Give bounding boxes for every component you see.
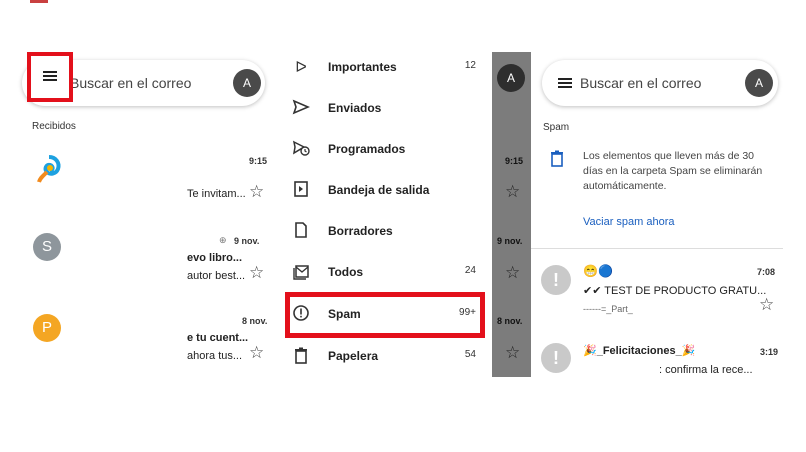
message-subject: evo libro... <box>187 252 243 264</box>
message-time: 9:15 <box>249 156 268 166</box>
drawer-item-label: Todos <box>328 265 364 279</box>
message-subject: 🎉_Felicitaciones_🎉 <box>583 345 696 357</box>
star-icon: ☆ <box>505 182 521 201</box>
spam-warning-icon: ! <box>541 343 571 373</box>
search-placeholder: Buscar en el correo <box>70 75 192 91</box>
drawer-item-todos[interactable]: Todos 24 <box>277 252 492 293</box>
outbox-icon <box>290 180 312 202</box>
drawer-item-bandeja-salida[interactable]: Bandeja de salida <box>277 170 492 211</box>
search-bar[interactable]: Buscar en el correo A <box>542 60 778 106</box>
message-time: 8 nov. <box>242 316 268 326</box>
message-snippet: : confirma la rece... <box>659 364 753 376</box>
message-snippet: Te invitam... <box>187 188 246 200</box>
drawer-item-borradores[interactable]: Borradores <box>277 211 492 252</box>
section-label: Spam <box>543 122 570 133</box>
star-icon: ☆ <box>505 343 521 362</box>
draft-icon <box>290 221 312 243</box>
importantes-icon: ᐅ <box>295 59 307 76</box>
inbox-panel: Buscar en el correo A Recibidos 9:15 Te … <box>22 52 277 382</box>
star-icon: ☆ <box>505 263 521 282</box>
message-time: 9:15 <box>505 156 524 166</box>
message-snippet: ------=_Part_ <box>583 304 633 314</box>
menu-button-highlight[interactable] <box>27 52 73 102</box>
spam-warning-icon: ! <box>541 265 571 295</box>
spam-panel: Buscar en el correo A Spam Los elementos… <box>531 52 783 377</box>
message-subject: e tu cuent... <box>187 332 249 344</box>
sender-avatar: P <box>33 314 61 342</box>
account-avatar: A <box>497 64 525 92</box>
section-label: Recibidos <box>32 121 76 132</box>
message-snippet: ahora tus... <box>187 350 243 362</box>
drawer-item-label: Papelera <box>328 349 379 363</box>
scheduled-icon <box>290 139 312 161</box>
drawer-item-label: Programados <box>328 142 406 156</box>
sender-avatar: S <box>33 233 61 261</box>
drawer-item-count: 12 <box>464 60 476 71</box>
drawer-item-label: Bandeja de salida <box>328 183 430 197</box>
spam-highlight-box <box>285 292 485 338</box>
sent-icon <box>290 98 312 120</box>
account-avatar[interactable]: A <box>745 69 773 97</box>
star-icon[interactable]: ☆ <box>249 183 264 200</box>
all-mail-icon <box>290 262 312 284</box>
search-placeholder: Buscar en el correo <box>580 75 702 91</box>
message-snippet: autor best... <box>187 270 246 282</box>
drawer-item-label: Importantes <box>328 60 397 74</box>
drawer-item-label: Enviados <box>328 101 382 115</box>
drawer-item-enviados[interactable]: Enviados <box>277 88 492 129</box>
attachment-icon: ⊕ <box>219 235 227 245</box>
account-avatar[interactable]: A <box>233 69 261 97</box>
message-time: 7:08 <box>757 267 776 277</box>
message-time: 9 nov. <box>234 236 260 246</box>
hamburger-menu-icon[interactable] <box>558 78 572 80</box>
empty-spam-button[interactable]: Vaciar spam ahora <box>583 216 675 228</box>
app-logo-icon <box>34 154 64 184</box>
trash-icon <box>549 149 565 172</box>
hamburger-menu-icon[interactable] <box>43 71 57 73</box>
drawer-item-papelera[interactable]: Papelera 54 <box>277 336 492 377</box>
star-icon[interactable]: ☆ <box>249 344 264 361</box>
emoji-icons: 😁🔵 <box>583 264 613 278</box>
message-subject: ✔✔ TEST DE PRODUCTO GRATU... <box>583 285 767 297</box>
spam-notice: Los elementos que lleven más de 30 días … <box>583 150 763 192</box>
star-icon[interactable]: ☆ <box>759 296 774 313</box>
trash-icon <box>290 346 312 368</box>
message-time: 9 nov. <box>497 236 523 246</box>
message-time: 3:19 <box>760 347 779 357</box>
top-accent-bar <box>30 0 48 3</box>
drawer-item-programados[interactable]: Programados <box>277 129 492 170</box>
drawer-item-label: Borradores <box>328 224 393 238</box>
drawer-item-importantes[interactable]: ᐅ Importantes 12 <box>277 47 492 88</box>
star-icon[interactable]: ☆ <box>249 264 264 281</box>
drawer-item-count: 24 <box>464 265 476 276</box>
divider <box>531 248 783 249</box>
message-time: 8 nov. <box>497 316 523 326</box>
drawer-item-count: 54 <box>464 349 476 360</box>
dimmed-inbox-overlay: A 9:15 ☆ 9 nov. ☆ 8 nov. ☆ <box>492 52 531 377</box>
